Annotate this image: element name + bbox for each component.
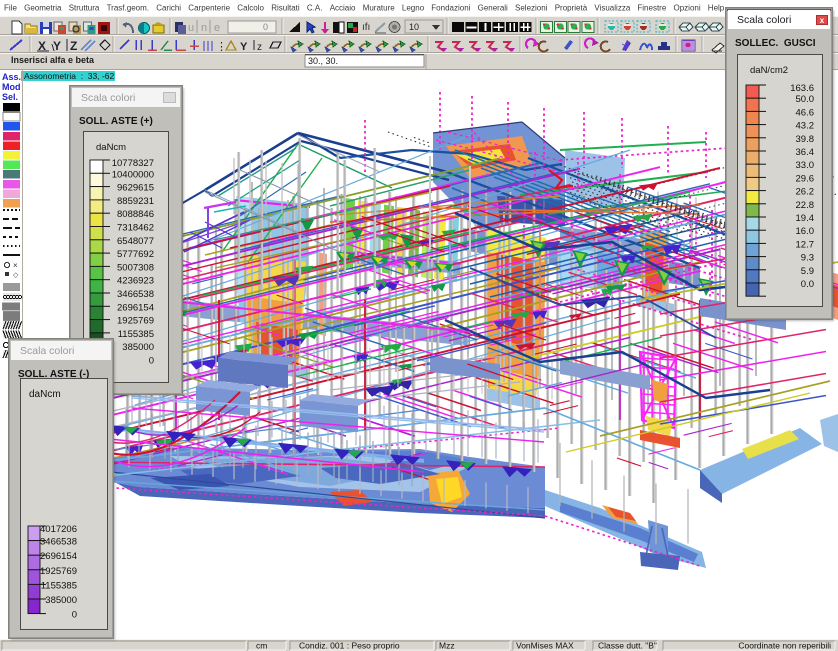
svg-text:Inserisci alfa e beta: Inserisci alfa e beta	[11, 55, 95, 65]
svg-text:Geometria: Geometria	[24, 4, 62, 13]
svg-text:×: ×	[13, 261, 18, 270]
svg-text:Help: Help	[708, 4, 725, 13]
svg-text:10: 10	[409, 22, 419, 32]
svg-text:22.8: 22.8	[796, 200, 815, 211]
svg-text:Legno: Legno	[402, 4, 425, 13]
svg-text:6548077: 6548077	[117, 236, 154, 247]
svg-text:26.2: 26.2	[796, 187, 815, 198]
svg-text:cm: cm	[256, 641, 267, 651]
svg-text:Y: Y	[240, 41, 248, 53]
svg-text:7318462: 7318462	[117, 223, 154, 234]
svg-text:Z: Z	[70, 39, 77, 53]
svg-text:10400000: 10400000	[112, 169, 154, 180]
svg-text:385000: 385000	[45, 595, 77, 606]
svg-text:C.A.: C.A.	[307, 4, 323, 13]
svg-text:daN/cm2: daN/cm2	[750, 65, 788, 76]
svg-text:19.4: 19.4	[796, 213, 815, 224]
svg-text:385000: 385000	[122, 342, 154, 353]
svg-text:Calcolo: Calcolo	[237, 4, 264, 13]
svg-text:Visualizza: Visualizza	[594, 4, 630, 13]
svg-text:2696154: 2696154	[117, 302, 154, 313]
svg-text:u: u	[188, 22, 194, 34]
svg-text:Carichi: Carichi	[156, 4, 181, 13]
svg-text:50.0: 50.0	[796, 94, 815, 105]
svg-text:n: n	[201, 22, 207, 34]
svg-text:9.3: 9.3	[801, 253, 814, 264]
svg-text:daNcm: daNcm	[96, 142, 126, 153]
svg-text:163.6: 163.6	[790, 83, 814, 94]
svg-text:Risultati: Risultati	[271, 4, 300, 13]
svg-text:8088846: 8088846	[117, 209, 154, 220]
svg-text:Struttura: Struttura	[69, 4, 100, 13]
svg-text:Assonometria : 33, -62: Assonometria : 33, -62	[24, 71, 115, 81]
svg-text:4236923: 4236923	[117, 276, 154, 287]
svg-text:Murature: Murature	[363, 4, 396, 13]
svg-text:Carpenterie: Carpenterie	[188, 4, 230, 13]
svg-text:z: z	[257, 42, 262, 53]
svg-text:Ass.: Ass.	[2, 72, 21, 82]
svg-text:0.0: 0.0	[801, 279, 814, 290]
svg-text:12.7: 12.7	[796, 239, 815, 250]
svg-text:Opzioni: Opzioni	[674, 4, 701, 13]
svg-text:e: e	[214, 22, 220, 34]
svg-text:Mzz: Mzz	[439, 641, 455, 651]
svg-text:1155385: 1155385	[41, 580, 77, 591]
svg-text:5777692: 5777692	[117, 249, 154, 260]
svg-text:2696154: 2696154	[40, 551, 77, 562]
svg-text:9629615: 9629615	[117, 183, 154, 194]
svg-text:Fondazioni: Fondazioni	[431, 4, 470, 13]
svg-text:Generali: Generali	[478, 4, 508, 13]
svg-text:0: 0	[72, 610, 77, 621]
svg-text:0: 0	[149, 356, 154, 367]
svg-text:5.9: 5.9	[801, 266, 814, 277]
svg-text:39.8: 39.8	[796, 134, 815, 145]
svg-text:Acciaio: Acciaio	[330, 4, 356, 13]
svg-text:Classe dutt. "B": Classe dutt. "B"	[598, 641, 657, 651]
svg-text:⋮: ⋮	[216, 41, 227, 53]
svg-text:16.0: 16.0	[796, 226, 815, 237]
svg-text:3466538: 3466538	[117, 289, 154, 300]
svg-text:29.6: 29.6	[796, 173, 815, 184]
svg-text:Proprietà: Proprietà	[555, 4, 588, 13]
svg-text:46.6: 46.6	[796, 107, 815, 118]
svg-text:33.0: 33.0	[796, 160, 815, 171]
svg-text:5007308: 5007308	[117, 262, 154, 273]
svg-text:8859231: 8859231	[117, 196, 154, 207]
svg-text:Sel.: Sel.	[2, 92, 18, 102]
svg-text:3466538: 3466538	[40, 537, 77, 548]
svg-text:Coordinate non reperibili: Coordinate non reperibili	[738, 641, 831, 651]
svg-text:Trasf.geom.: Trasf.geom.	[107, 4, 149, 13]
svg-text:43.2: 43.2	[796, 121, 815, 132]
svg-text:0: 0	[263, 22, 268, 32]
svg-text:Mod: Mod	[2, 82, 21, 92]
svg-text:Selezioni: Selezioni	[515, 4, 548, 13]
svg-text:VonMises MAX: VonMises MAX	[516, 641, 574, 651]
svg-text:4017206: 4017206	[40, 524, 77, 535]
svg-text:30., 30.: 30., 30.	[308, 56, 338, 66]
svg-text:◇: ◇	[13, 272, 19, 279]
svg-text:ıfı: ıfı	[362, 22, 370, 33]
svg-text:1925769: 1925769	[117, 316, 154, 327]
svg-text:File: File	[4, 4, 17, 13]
svg-text:1155385: 1155385	[118, 329, 154, 340]
svg-text:36.4: 36.4	[796, 147, 815, 158]
svg-text:10778327: 10778327	[112, 158, 154, 169]
svg-text:1925769: 1925769	[40, 566, 77, 577]
svg-text:daNcm: daNcm	[29, 389, 61, 400]
svg-text:Finestre: Finestre	[637, 4, 666, 13]
svg-text:Condiz. 001 : Peso proprio: Condiz. 001 : Peso proprio	[299, 641, 400, 651]
